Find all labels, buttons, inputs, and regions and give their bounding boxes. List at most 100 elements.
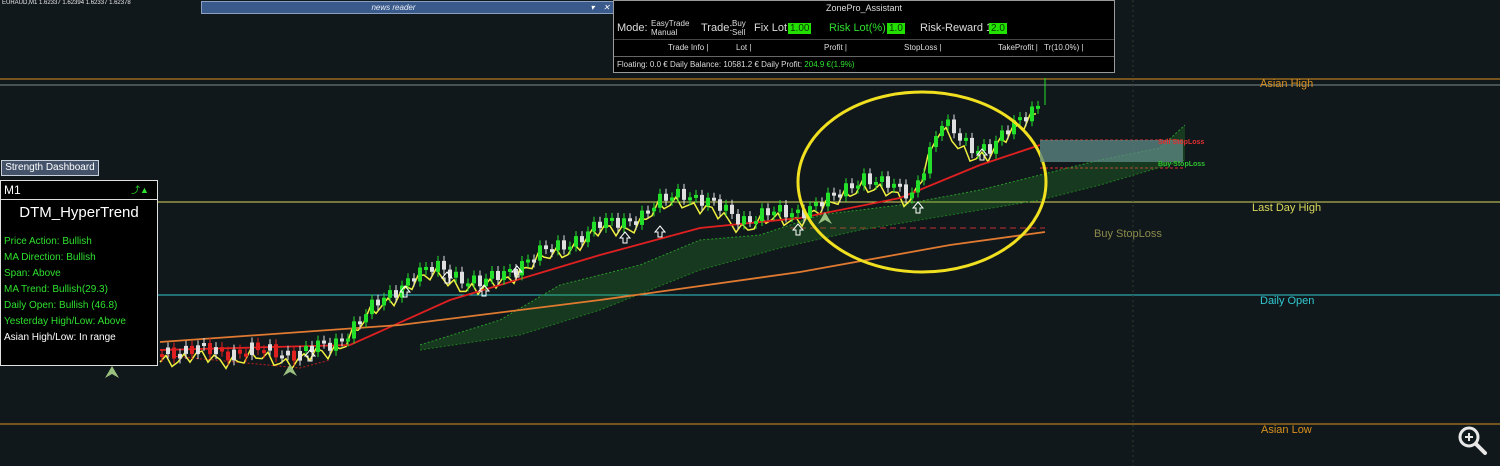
candle-body bbox=[304, 345, 308, 351]
candle-body bbox=[736, 213, 740, 225]
candle-body bbox=[586, 231, 590, 243]
mode-value[interactable]: EasyTrade Manual bbox=[651, 19, 689, 37]
candle-body bbox=[946, 119, 950, 126]
candle-body bbox=[184, 345, 188, 354]
candle-body bbox=[358, 321, 362, 325]
risk-reward-label: Risk-Reward 1 : bbox=[920, 22, 999, 34]
zonepro-title: ZonePro_Assistant bbox=[825, 3, 903, 13]
up-triangle-icon bbox=[105, 366, 119, 378]
candle-body bbox=[286, 350, 290, 356]
trade-label: Trade: bbox=[701, 22, 733, 34]
candle-body bbox=[910, 192, 914, 199]
moving-averages bbox=[159, 113, 1046, 371]
asian-high-label: Asian High bbox=[1260, 78, 1314, 90]
candle-body bbox=[616, 217, 620, 228]
candle-body bbox=[442, 260, 446, 270]
candle-body bbox=[1000, 130, 1004, 141]
candle-body bbox=[838, 194, 842, 198]
candle-body bbox=[322, 340, 326, 344]
candle-body bbox=[208, 343, 212, 355]
candle-body bbox=[712, 197, 716, 201]
signal-arrows bbox=[13, 148, 989, 378]
minimize-icon[interactable]: ▾ bbox=[587, 2, 598, 13]
mode-value-line1: EasyTrade bbox=[651, 19, 690, 28]
mid-ma-line bbox=[159, 144, 1041, 351]
fixlot-input[interactable]: 1.00 bbox=[788, 23, 812, 34]
news-reader-title: news reader bbox=[371, 3, 416, 12]
strength-dashboard-button[interactable]: Strength Dashboard bbox=[1, 160, 99, 176]
status-ma-direction: MA Direction: Bullish bbox=[4, 252, 96, 263]
candle-body bbox=[250, 342, 254, 356]
candle-body bbox=[196, 345, 200, 355]
candle-body bbox=[628, 218, 632, 222]
timeframe-label: M1 bbox=[4, 183, 21, 197]
candle-body bbox=[532, 259, 536, 263]
candle-body bbox=[316, 340, 320, 353]
trade-value[interactable]: Buy Sell bbox=[732, 19, 746, 37]
candle-body bbox=[364, 314, 368, 323]
candle-body bbox=[790, 213, 794, 218]
candle-body bbox=[214, 347, 218, 355]
candle-body bbox=[454, 271, 458, 278]
candle-body bbox=[706, 197, 710, 206]
candle-body bbox=[814, 202, 818, 207]
candle-body bbox=[430, 267, 434, 272]
close-icon[interactable]: ✕ bbox=[601, 2, 612, 13]
candle-body bbox=[622, 218, 626, 228]
header-profit: Profit | bbox=[824, 43, 847, 52]
candle-body bbox=[394, 290, 398, 298]
candle-body bbox=[346, 338, 350, 342]
news-reader-bar[interactable]: news reader ▾ ✕ bbox=[201, 1, 614, 14]
header-trailing: Tr(10.0%) | bbox=[1044, 43, 1084, 52]
candle-body bbox=[292, 350, 296, 361]
candle-body bbox=[160, 354, 164, 358]
asian-low-label: Asian Low bbox=[1261, 424, 1312, 436]
candle-body bbox=[742, 216, 746, 225]
candle-body bbox=[502, 271, 506, 280]
sell-stoploss-small-label: Sell StopLoss bbox=[1158, 139, 1205, 146]
risklot-input[interactable]: 1.0 bbox=[887, 23, 905, 34]
candle-body bbox=[550, 249, 554, 253]
candle-body bbox=[916, 180, 920, 193]
candle-body bbox=[472, 275, 476, 284]
risk-reward-input[interactable]: 2.0 bbox=[989, 23, 1007, 34]
candle-body bbox=[238, 349, 242, 354]
candle-body bbox=[886, 176, 890, 188]
zoom-magnifier-icon[interactable] bbox=[1456, 424, 1488, 456]
candle-body bbox=[340, 338, 344, 342]
candle-body bbox=[964, 137, 968, 141]
candle-body bbox=[730, 204, 734, 214]
candle-body bbox=[772, 211, 776, 216]
candle-body bbox=[652, 207, 656, 212]
status-span: Span: Above bbox=[4, 268, 61, 279]
candle-body bbox=[970, 137, 974, 154]
candle-body bbox=[868, 173, 872, 185]
candle-body bbox=[952, 119, 956, 134]
candle-body bbox=[178, 353, 182, 359]
header-stoploss: StopLoss | bbox=[904, 43, 942, 52]
trade-value-line1: Buy bbox=[732, 19, 746, 28]
symbol-info: EURAUD,M1 1.62337 1.62394 1.62337 1.6237… bbox=[2, 0, 131, 6]
candle-body bbox=[940, 125, 944, 137]
candle-body bbox=[280, 355, 284, 359]
candle-body bbox=[568, 246, 572, 250]
candle-body bbox=[334, 338, 338, 351]
zonepro-footer: Floating: 0.0 € Daily Balance: 10581.2 €… bbox=[617, 60, 855, 69]
candle-body bbox=[370, 299, 374, 315]
candle-body bbox=[418, 267, 422, 282]
floating-label: Floating: bbox=[617, 60, 648, 69]
candle-body bbox=[262, 350, 266, 354]
candle-body bbox=[766, 208, 770, 216]
candle-body bbox=[646, 210, 650, 214]
zonepro-divider-2 bbox=[614, 56, 1114, 57]
daily-open-label: Daily Open bbox=[1260, 295, 1315, 307]
candle-body bbox=[526, 259, 530, 263]
candle-body bbox=[676, 188, 680, 198]
candle-body bbox=[202, 343, 206, 347]
candle-body bbox=[760, 208, 764, 222]
candle-body bbox=[538, 245, 542, 261]
candle-body bbox=[190, 345, 194, 355]
candle-body bbox=[172, 347, 176, 359]
daily-profit-label: Daily Profit: bbox=[761, 60, 803, 69]
dtm-hypertrend-panel: M1 ⤴▲ DTM_HyperTrend Price Action: Bulli… bbox=[0, 180, 158, 366]
